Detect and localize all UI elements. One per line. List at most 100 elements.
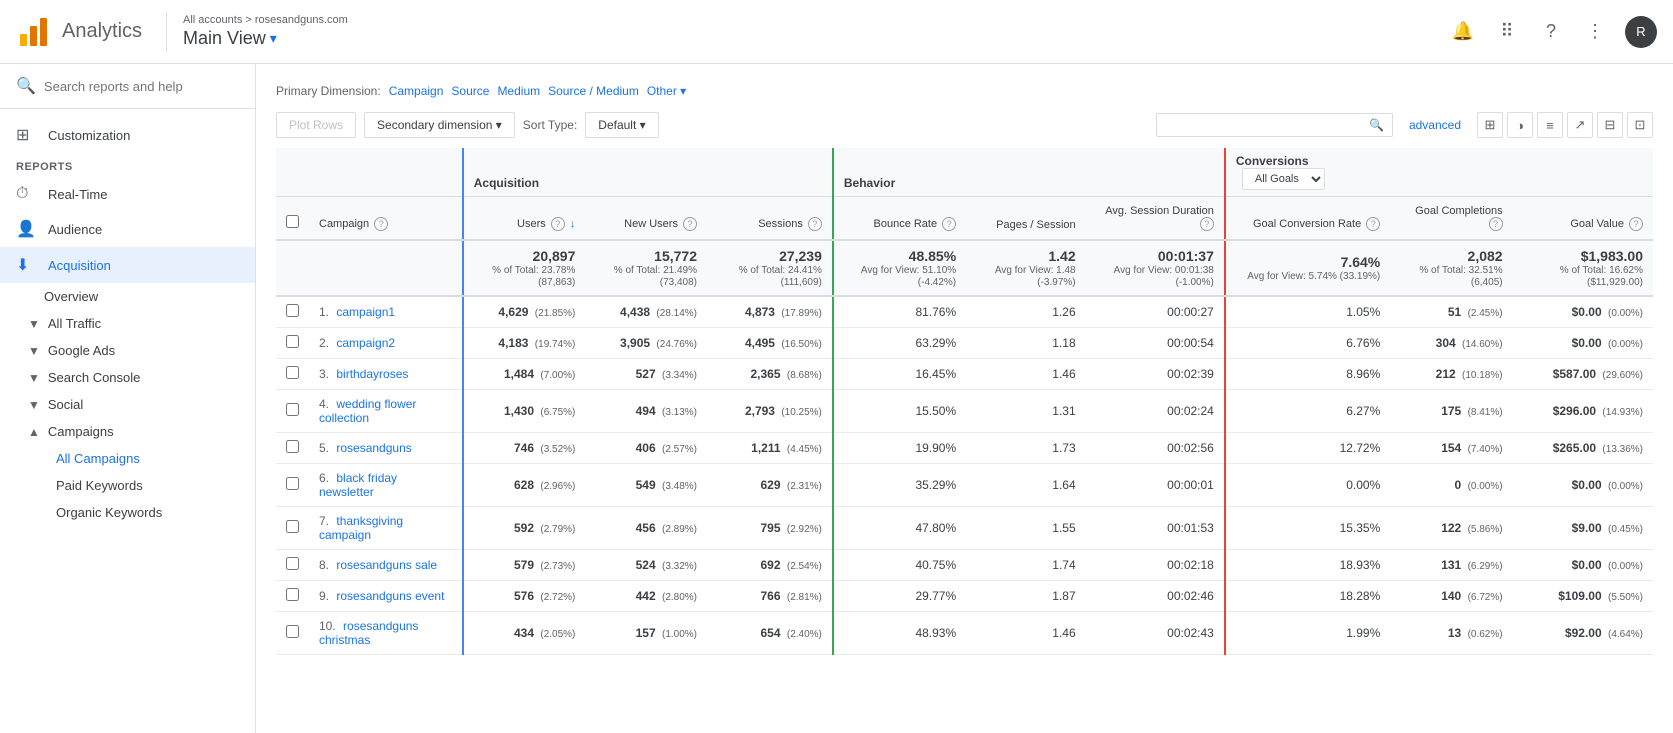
- th-sessions[interactable]: Sessions ?: [707, 197, 833, 241]
- sidebar-item-audience[interactable]: 👤 Audience: [0, 211, 255, 247]
- secondary-dimension-button[interactable]: Secondary dimension ▾: [364, 112, 515, 138]
- goal-comp-help-icon[interactable]: ?: [1489, 217, 1503, 231]
- help-icon[interactable]: ?: [1537, 18, 1565, 46]
- line-view-icon[interactable]: ↗: [1567, 112, 1593, 138]
- td-avg-session: 00:00:27: [1086, 296, 1225, 328]
- goals-dropdown[interactable]: All Goals: [1242, 168, 1325, 190]
- row-checkbox[interactable]: [286, 477, 299, 490]
- th-pages-session[interactable]: Pages / Session: [966, 197, 1085, 241]
- more-vert-icon[interactable]: ⋮: [1581, 18, 1609, 46]
- sidebar-item-google-ads[interactable]: ▼ Google Ads: [0, 337, 255, 364]
- sessions-help-icon[interactable]: ?: [808, 217, 822, 231]
- goal-val-help-icon[interactable]: ?: [1629, 217, 1643, 231]
- new-users-help-icon[interactable]: ?: [683, 217, 697, 231]
- sidebar-item-overview[interactable]: Overview: [0, 283, 255, 310]
- pd-other[interactable]: Other ▾: [647, 84, 686, 98]
- users-help-icon[interactable]: ?: [551, 217, 565, 231]
- pd-source[interactable]: Source: [451, 84, 489, 98]
- td-pages-session: 1.74: [966, 550, 1085, 581]
- th-avg-session[interactable]: Avg. Session Duration ?: [1086, 197, 1225, 241]
- goal-comp-value: 122: [1441, 521, 1461, 535]
- campaign-link[interactable]: campaign1: [336, 305, 395, 319]
- view-title[interactable]: Main View ▾: [183, 28, 348, 49]
- goal-comp-pct: (2.45%): [1468, 308, 1503, 319]
- bounce-help-icon[interactable]: ?: [942, 217, 956, 231]
- sidebar-item-organic-keywords[interactable]: Organic Keywords: [0, 499, 255, 526]
- select-all-checkbox[interactable]: [286, 215, 299, 228]
- table-row: 5. rosesandguns 746 (3.52%) 406 (2.57%) …: [276, 433, 1653, 464]
- table-search-input[interactable]: [1165, 118, 1365, 132]
- row-checkbox[interactable]: [286, 335, 299, 348]
- th-bounce-rate[interactable]: Bounce Rate ?: [833, 197, 966, 241]
- td-bounce-rate: 16.45%: [833, 359, 966, 390]
- totals-goal-comp-sub: % of Total: 32.51% (6,405): [1419, 265, 1502, 288]
- row-checkbox[interactable]: [286, 304, 299, 317]
- pd-medium[interactable]: Medium: [497, 84, 540, 98]
- grid-icon[interactable]: ⠿: [1493, 18, 1521, 46]
- th-users[interactable]: Users ? ↓: [463, 197, 586, 241]
- campaign-link[interactable]: wedding flower collection: [319, 397, 416, 425]
- goal-conv-help-icon[interactable]: ?: [1366, 217, 1380, 231]
- campaign-link[interactable]: rosesandguns: [336, 441, 411, 455]
- row-checkbox[interactable]: [286, 625, 299, 638]
- row-checkbox[interactable]: [286, 557, 299, 570]
- campaign-link[interactable]: black friday newsletter: [319, 471, 397, 499]
- td-pages-session: 1.73: [966, 433, 1085, 464]
- search-submit-icon[interactable]: 🔍: [1369, 118, 1384, 132]
- content-area: Primary Dimension: Campaign Source Mediu…: [256, 64, 1673, 733]
- plot-rows-button[interactable]: Plot Rows: [276, 112, 356, 138]
- th-checkbox: [276, 197, 309, 241]
- th-campaign[interactable]: Campaign ?: [309, 197, 463, 241]
- sidebar-item-realtime[interactable]: ⏱ Real-Time: [0, 177, 255, 211]
- sidebar-item-customization[interactable]: ⊞ Customization: [0, 117, 255, 153]
- campaign-link[interactable]: birthdayroses: [336, 367, 408, 381]
- users-value: 576: [514, 589, 534, 603]
- bell-icon[interactable]: 🔔: [1449, 18, 1477, 46]
- campaign-link[interactable]: campaign2: [336, 336, 395, 350]
- row-checkbox[interactable]: [286, 520, 299, 533]
- table-view-icon[interactable]: ⊞: [1477, 112, 1503, 138]
- row-checkbox[interactable]: [286, 366, 299, 379]
- sidebar-item-acquisition[interactable]: ⬇ Acquisition: [0, 247, 255, 283]
- new-users-pct: (2.80%): [662, 592, 697, 603]
- avg-session-help-icon[interactable]: ?: [1200, 217, 1214, 231]
- sidebar-item-all-campaigns[interactable]: All Campaigns: [0, 445, 255, 472]
- td-totals-bounce: 48.85% Avg for View: 51.10% (-4.42%): [833, 240, 966, 296]
- pivot-view-icon[interactable]: ⊟: [1597, 112, 1623, 138]
- pd-source-medium[interactable]: Source / Medium: [548, 84, 639, 98]
- row-checkbox[interactable]: [286, 403, 299, 416]
- sort-type-button[interactable]: Default ▾: [585, 112, 658, 138]
- sidebar-item-all-traffic[interactable]: ▼ All Traffic: [0, 310, 255, 337]
- th-goal-value[interactable]: Goal Value ?: [1513, 197, 1653, 241]
- new-users-value: 3,905: [620, 336, 650, 350]
- pie-view-icon[interactable]: ◑: [1507, 112, 1533, 138]
- overview-label: Overview: [44, 289, 98, 304]
- row-checkbox[interactable]: [286, 440, 299, 453]
- users-pct: (2.79%): [540, 524, 575, 535]
- campaign-link[interactable]: thanksgiving campaign: [319, 514, 403, 542]
- campaign-link[interactable]: rosesandguns sale: [336, 558, 437, 572]
- th-new-users[interactable]: New Users ?: [585, 197, 707, 241]
- users-pct: (21.85%): [535, 308, 576, 319]
- sidebar-item-campaigns[interactable]: ▲ Campaigns: [0, 418, 255, 445]
- advanced-link[interactable]: advanced: [1409, 118, 1461, 132]
- sessions-pct: (4.45%): [787, 444, 822, 455]
- sidebar-item-paid-keywords[interactable]: Paid Keywords: [0, 472, 255, 499]
- pd-campaign[interactable]: Campaign: [389, 84, 444, 98]
- search-input[interactable]: [44, 79, 239, 94]
- th-goal-conv-rate[interactable]: Goal Conversion Rate ?: [1225, 197, 1390, 241]
- td-pages-session: 1.55: [966, 507, 1085, 550]
- sidebar-item-search-console[interactable]: ▼ Search Console: [0, 364, 255, 391]
- users-pct: (2.72%): [540, 592, 575, 603]
- avatar[interactable]: R: [1625, 16, 1657, 48]
- sidebar-item-social[interactable]: ▼ Social: [0, 391, 255, 418]
- th-goal-completions[interactable]: Goal Completions ?: [1390, 197, 1512, 241]
- campaign-link[interactable]: rosesandguns event: [336, 589, 444, 603]
- totals-goal-comp-value: 2,082: [1400, 248, 1502, 264]
- custom-view-icon[interactable]: ⊡: [1627, 112, 1653, 138]
- bar-view-icon[interactable]: ≡: [1537, 112, 1563, 138]
- row-checkbox[interactable]: [286, 588, 299, 601]
- td-checkbox: [276, 328, 309, 359]
- td-checkbox: [276, 433, 309, 464]
- campaign-help-icon[interactable]: ?: [374, 217, 388, 231]
